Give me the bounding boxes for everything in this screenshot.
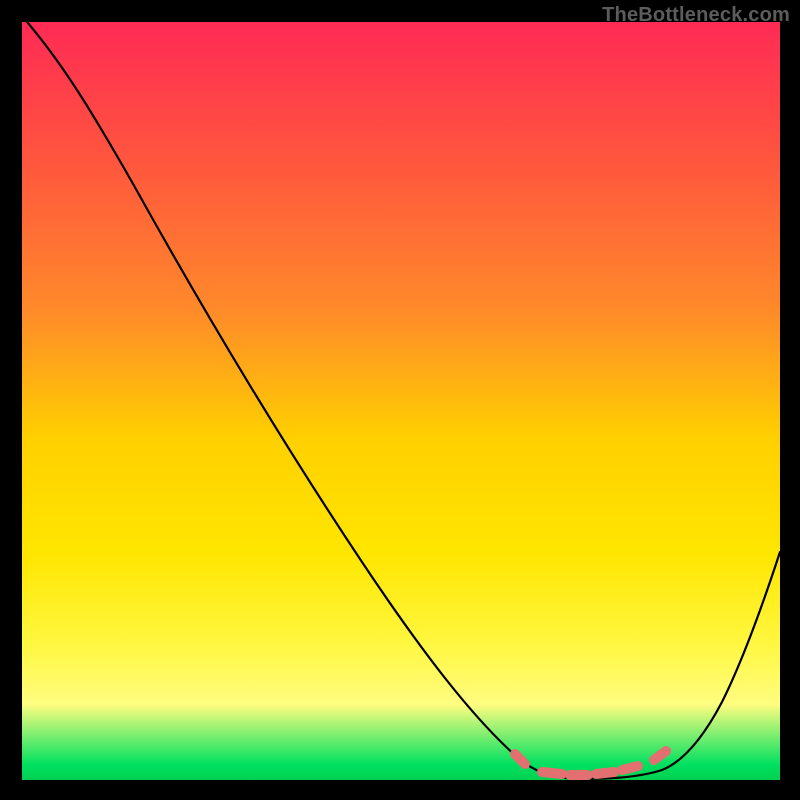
bottleneck-curve bbox=[22, 22, 780, 780]
curve-path bbox=[22, 16, 780, 779]
attribution-label: TheBottleneck.com bbox=[602, 4, 790, 27]
sweet-spot-markers bbox=[515, 751, 666, 775]
plot-area bbox=[22, 22, 780, 780]
chart-frame: TheBottleneck.com bbox=[0, 0, 800, 800]
